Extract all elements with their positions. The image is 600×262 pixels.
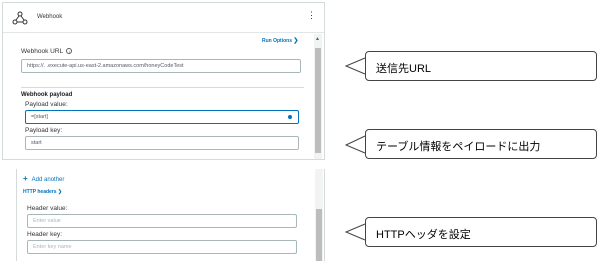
- callout-payload-output: テーブル情報をペイロードに出力: [365, 129, 597, 159]
- callout-destination-url: 送信先URL: [365, 51, 597, 81]
- callout-http-headers: HTTPヘッダを設定: [365, 217, 597, 247]
